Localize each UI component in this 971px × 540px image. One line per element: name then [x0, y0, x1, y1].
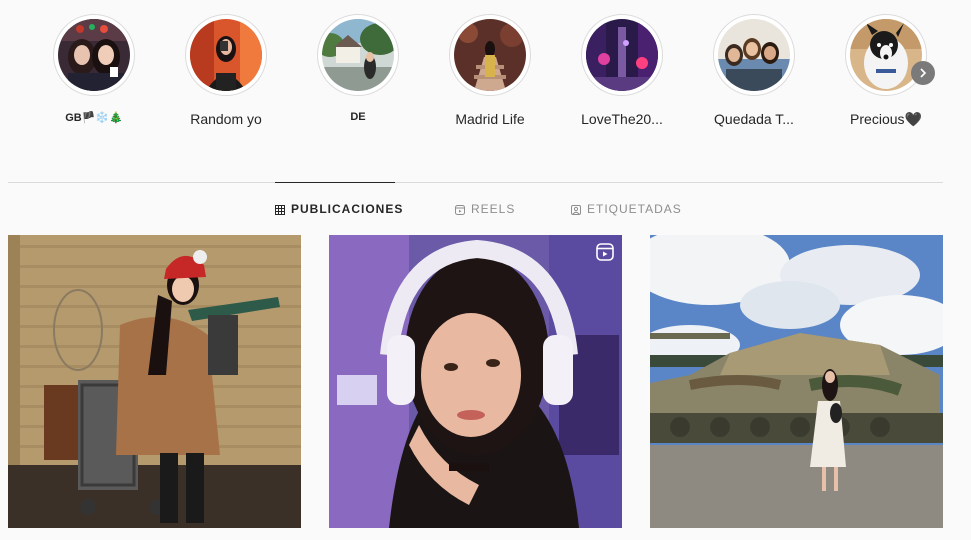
highlight-ring[interactable] — [449, 14, 531, 96]
highlight-item[interactable]: Quedada T... — [689, 14, 819, 127]
tab-label: ETIQUETADAS — [587, 202, 682, 216]
tab-label: PUBLICACIONES — [291, 202, 404, 216]
tab-reels[interactable]: REELS — [455, 183, 515, 235]
grid-icon — [275, 204, 285, 215]
highlight-ring[interactable] — [317, 14, 399, 96]
post-thumbnail[interactable] — [650, 235, 943, 528]
highlight-label: Madrid Life — [455, 111, 525, 127]
highlight-ring[interactable] — [53, 14, 135, 96]
highlight-ring[interactable] — [581, 14, 663, 96]
tab-etiquetadas[interactable]: ETIQUETADAS — [571, 183, 682, 235]
highlight-item[interactable]: DE — [293, 14, 423, 123]
highlight-item[interactable]: LoveThe20... — [557, 14, 687, 127]
highlight-thumbnail[interactable] — [454, 19, 526, 91]
highlight-ring[interactable] — [845, 14, 927, 96]
highlight-item[interactable]: Random yo — [161, 14, 291, 127]
post-thumbnail[interactable] — [8, 235, 301, 528]
tab-publicaciones[interactable]: PUBLICACIONES — [275, 182, 402, 235]
highlight-thumbnail[interactable] — [58, 19, 130, 91]
highlight-thumbnail[interactable] — [190, 19, 262, 91]
highlight-label: Quedada T... — [714, 111, 794, 127]
highlight-label: DE — [350, 111, 366, 123]
highlight-thumbnail[interactable] — [586, 19, 658, 91]
reels-icon — [455, 204, 465, 215]
highlight-ring[interactable] — [185, 14, 267, 96]
highlight-ring[interactable] — [713, 14, 795, 96]
post-thumbnail[interactable] — [329, 235, 622, 528]
chevron-right-icon[interactable] — [911, 61, 935, 85]
highlight-thumbnail[interactable] — [322, 19, 394, 91]
highlight-label: Random yo — [190, 111, 262, 127]
story-highlights: GB🏴❄️🎄 Random yo DE Madrid Life LoveThe2… — [0, 0, 971, 150]
highlight-thumbnail[interactable] — [850, 19, 922, 91]
highlight-item[interactable]: Madrid Life — [425, 14, 555, 127]
reels-badge-icon — [596, 243, 614, 266]
profile-tabs: PUBLICACIONES REELS ETIQUETADAS — [0, 182, 971, 235]
tab-label: REELS — [471, 202, 516, 216]
highlight-item[interactable]: GB🏴❄️🎄 — [29, 14, 159, 124]
highlight-thumbnail[interactable] — [718, 19, 790, 91]
highlight-label: GB🏴❄️🎄 — [65, 112, 123, 124]
tagged-icon — [571, 204, 581, 215]
highlight-label: Precious🖤 — [850, 111, 922, 127]
highlight-label: LoveThe20... — [581, 111, 663, 127]
